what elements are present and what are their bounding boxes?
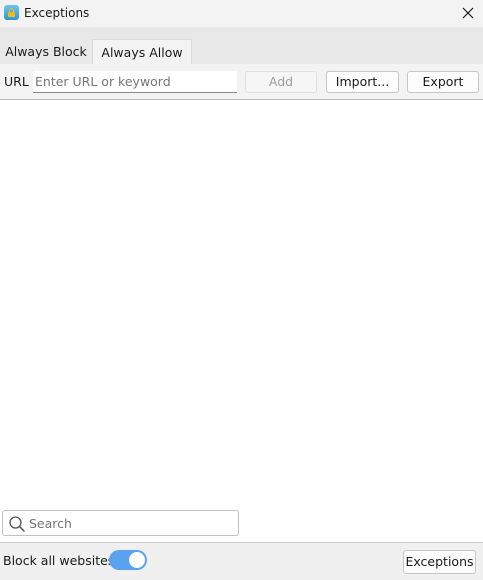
search-box[interactable] <box>2 510 239 536</box>
url-toolbar: URL Add Import... Export <box>0 64 483 100</box>
title-bar: Exceptions <box>0 0 483 27</box>
exceptions-list[interactable] <box>0 100 483 505</box>
lock-app-icon <box>4 5 19 20</box>
import-button[interactable]: Import... <box>326 71 399 93</box>
tab-always-allow[interactable]: Always Allow <box>92 39 192 64</box>
close-icon <box>462 7 474 19</box>
block-all-toggle[interactable] <box>109 550 147 570</box>
tab-always-block[interactable]: Always Block <box>0 41 92 63</box>
url-label: URL <box>4 74 29 89</box>
close-button[interactable] <box>455 0 481 26</box>
export-button[interactable]: Export <box>407 71 479 93</box>
search-input[interactable] <box>29 513 234 533</box>
exceptions-button[interactable]: Exceptions <box>403 550 476 574</box>
toggle-knob <box>129 552 145 568</box>
url-input[interactable] <box>33 71 237 93</box>
window-title: Exceptions <box>24 6 90 20</box>
block-all-label: Block all websites <box>3 553 115 568</box>
tab-strip: Always Block Always Allow <box>0 27 483 64</box>
footer-bar: Block all websites Exceptions <box>0 542 483 580</box>
add-button[interactable]: Add <box>245 71 317 93</box>
search-icon <box>9 516 25 532</box>
